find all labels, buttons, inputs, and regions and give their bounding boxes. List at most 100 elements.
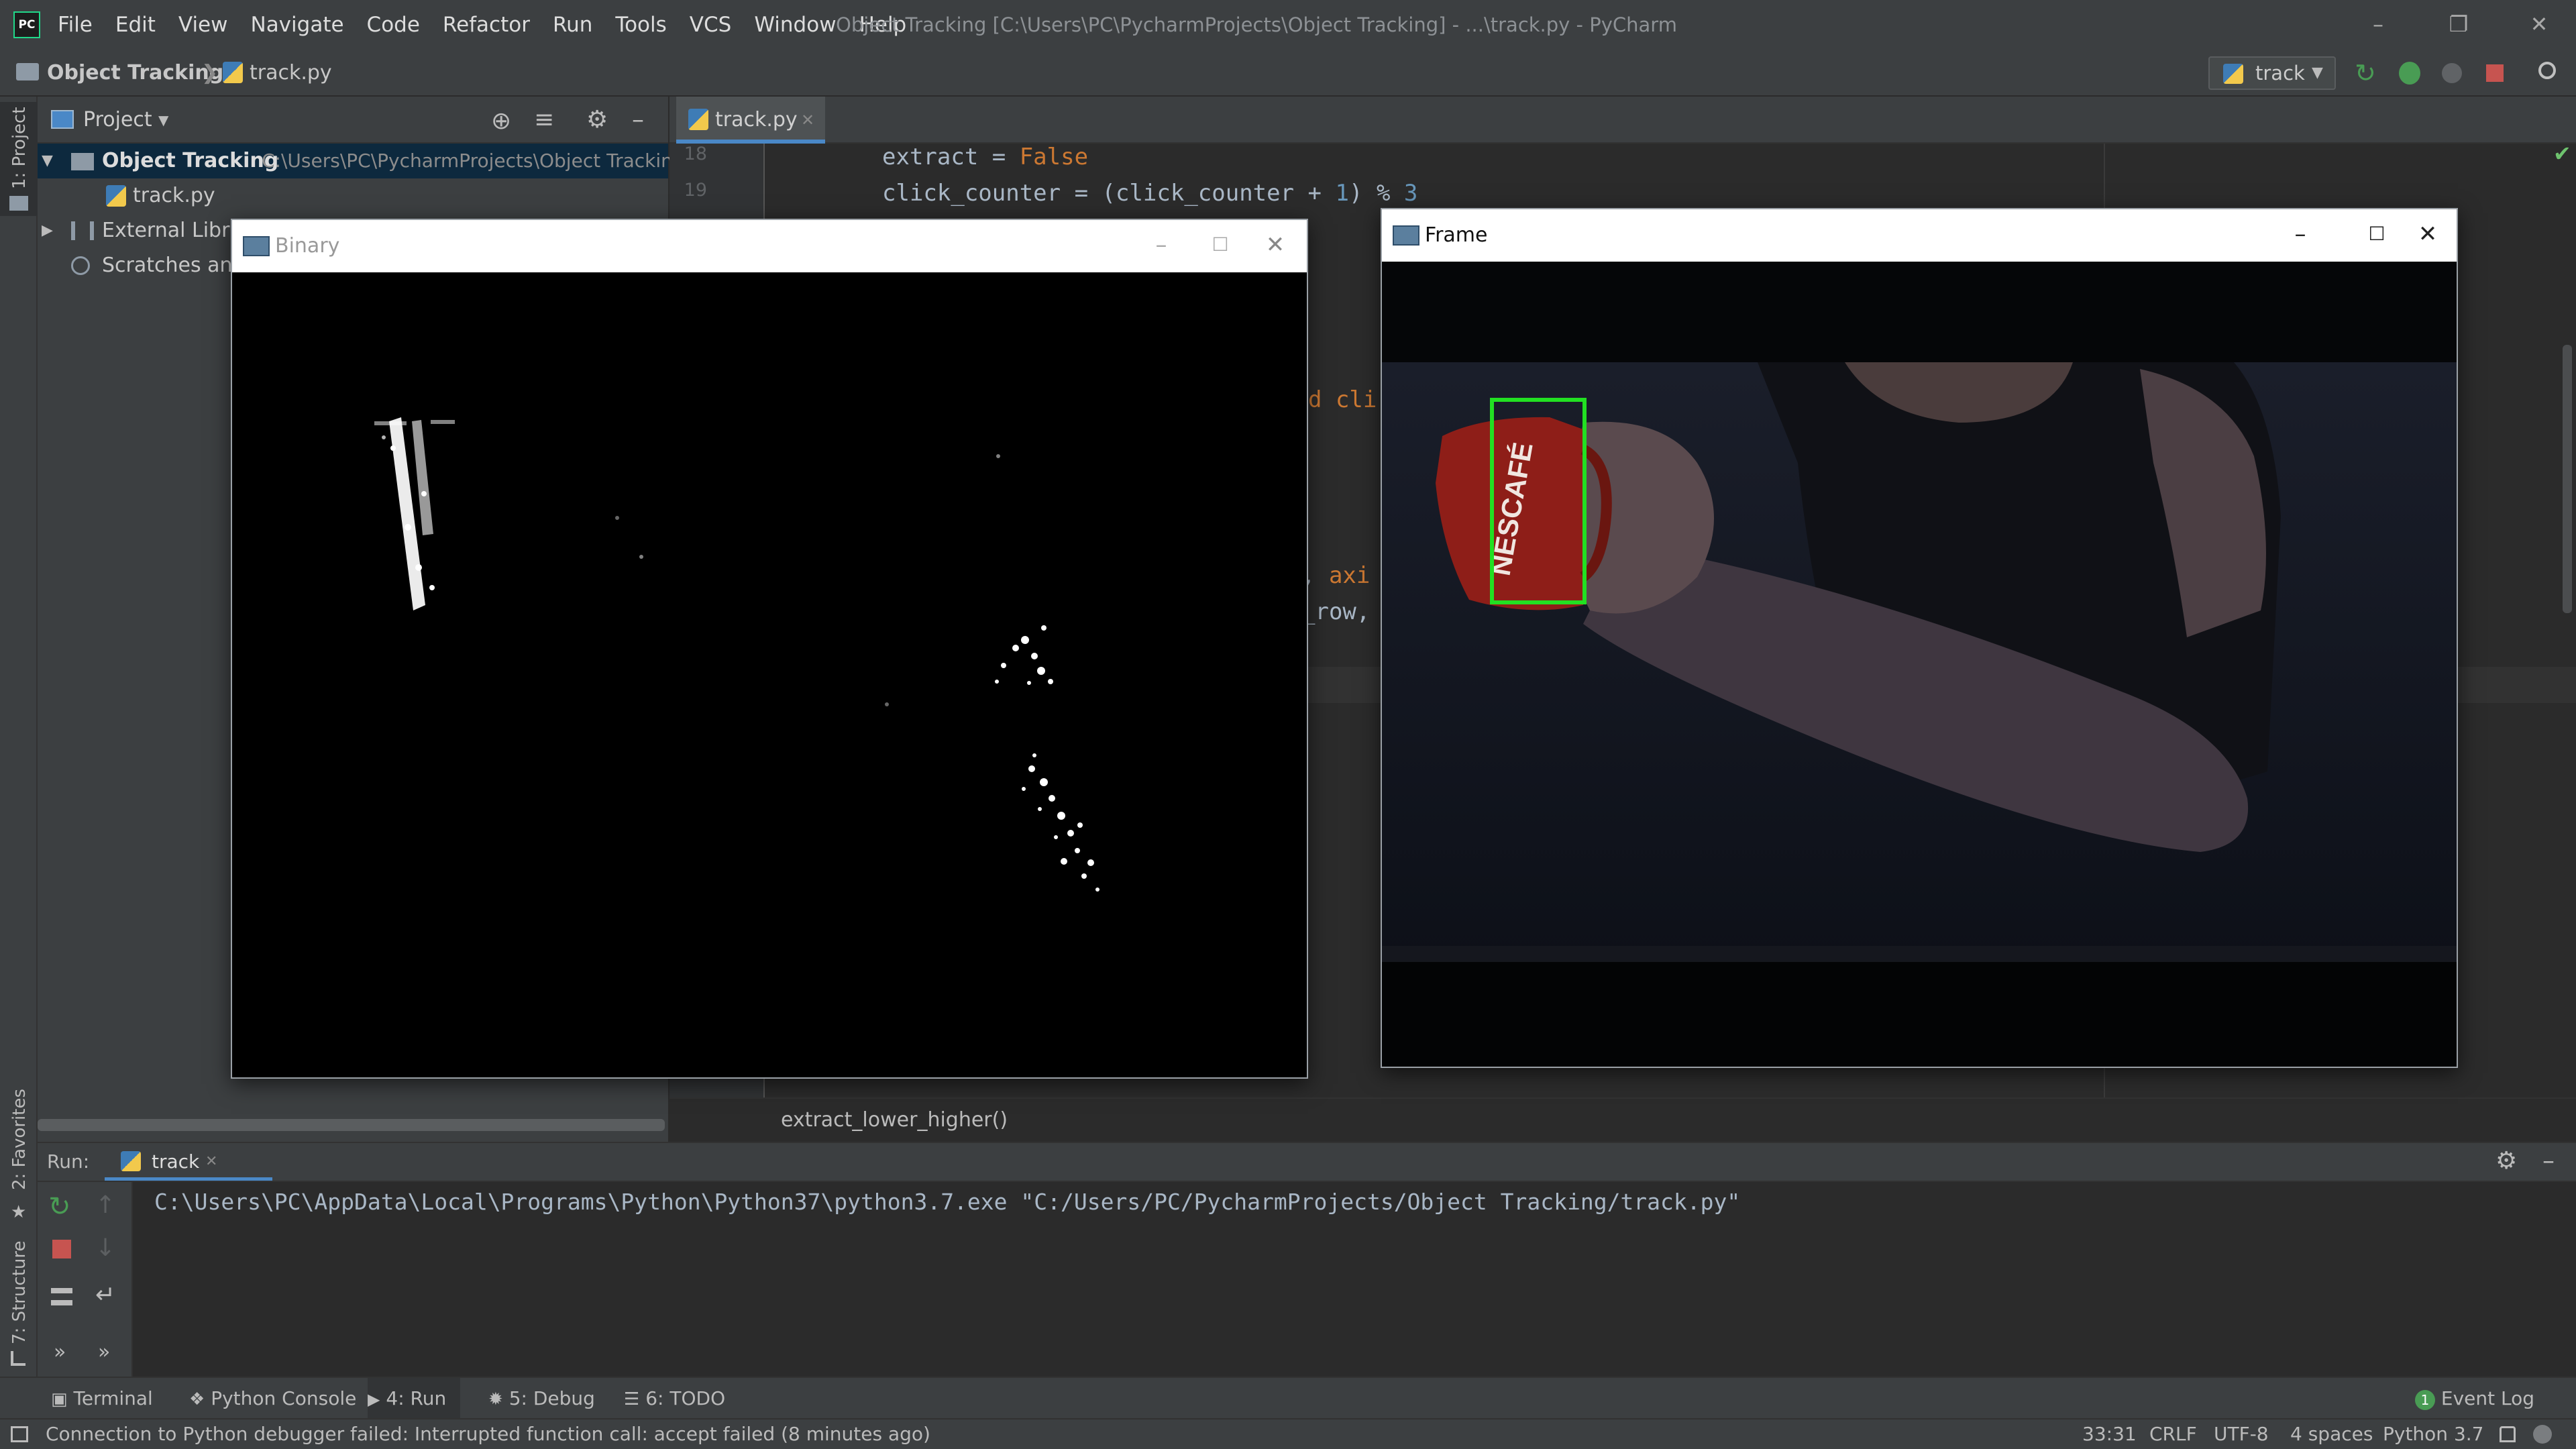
console-command-line: C:\Users\PC\AppData\Local\Programs\Pytho… (154, 1189, 1741, 1215)
status-message[interactable]: Connection to Python debugger failed: In… (46, 1419, 930, 1449)
menu-bar: File Edit View Navigate Code Refactor Ru… (58, 0, 906, 50)
frame-window-title: Frame (1425, 223, 1488, 247)
line-separator[interactable]: CRLF (2149, 1419, 2197, 1449)
run-console[interactable]: C:\Users\PC\AppData\Local\Programs\Pytho… (133, 1182, 2576, 1377)
tab-debug[interactable]: ✹ 5: Debug (488, 1378, 595, 1419)
editor-vertical-scrollbar[interactable] (2563, 345, 2572, 613)
project-tool-label: 1: Project (9, 107, 30, 189)
lock-icon[interactable] (2500, 1426, 2516, 1442)
rerun-icon[interactable]: ↻ (2355, 50, 2376, 97)
code-fragment: d cli (1308, 386, 1377, 413)
event-log-count-badge: 1 (2415, 1390, 2435, 1410)
python-interpreter[interactable]: Python 3.7 (2383, 1419, 2484, 1449)
stop-icon[interactable] (52, 1240, 71, 1258)
arrow-up-icon[interactable]: ↑ (95, 1191, 115, 1219)
run-toolbar: ↻ ↑ ↓ ↵ » » (38, 1182, 133, 1377)
stop-icon[interactable] (2486, 64, 2504, 82)
tab-terminal[interactable]: ▣ Terminal (51, 1378, 153, 1419)
function-breadcrumb[interactable]: extract_lower_higher() (781, 1108, 1008, 1132)
tab-run[interactable]: ▶ 4: Run (368, 1378, 460, 1419)
breadcrumb-project[interactable]: Object Tracking (47, 50, 223, 97)
menu-view[interactable]: View (178, 13, 228, 37)
file-encoding[interactable]: UTF-8 (2214, 1419, 2269, 1449)
python-file-icon (223, 62, 243, 83)
debug-icon[interactable] (2399, 62, 2420, 85)
menu-run[interactable]: Run (553, 13, 592, 37)
binary-mask-view (232, 272, 1307, 1077)
editor-tab-track-py[interactable]: track.py ✕ (676, 97, 825, 144)
menu-tools[interactable]: Tools (615, 13, 666, 37)
rerun-icon[interactable]: ↻ (48, 1191, 71, 1222)
run-icon: ▶ (368, 1390, 380, 1409)
indent-setting[interactable]: 4 spaces (2290, 1419, 2373, 1449)
editor-tab-bar: track.py ✕ (669, 97, 2576, 144)
more-icon[interactable]: » (98, 1340, 110, 1364)
menu-refactor[interactable]: Refactor (443, 13, 530, 37)
gear-icon[interactable]: ⚙ (586, 106, 608, 133)
tree-scratches-label: Scratches and (102, 254, 246, 277)
tab-event-log[interactable]: 1 Event Log (2415, 1378, 2534, 1419)
star-icon: ★ (11, 1202, 27, 1222)
code-fragment: , axi (1301, 562, 1371, 589)
expand-arrow-icon[interactable]: ▼ (42, 144, 53, 178)
tool-window-toggle-icon[interactable] (11, 1426, 28, 1442)
more-icon[interactable]: » (54, 1340, 66, 1364)
coverage-icon[interactable] (2442, 63, 2462, 83)
hide-panel-icon[interactable]: – (632, 106, 644, 133)
minimize-button[interactable]: – (2263, 209, 2337, 262)
close-tab-icon[interactable]: ✕ (801, 97, 814, 144)
close-tab-icon[interactable]: ✕ (205, 1143, 217, 1181)
frame-window-titlebar[interactable]: Frame – ☐ ✕ (1382, 209, 2457, 262)
run-configuration-select[interactable]: track ▼ (2208, 56, 2336, 90)
window-app-icon (243, 236, 270, 256)
run-tab-track[interactable]: track ✕ (105, 1143, 272, 1181)
inspector-icon[interactable] (2533, 1425, 2552, 1444)
project-view-title[interactable]: Project (83, 97, 152, 144)
breadcrumb-file[interactable]: track.py (250, 50, 332, 97)
project-root-name: Object Tracking (102, 149, 279, 172)
soft-wrap-icon[interactable]: ↵ (95, 1281, 115, 1309)
gear-icon[interactable]: ⚙ (2496, 1147, 2517, 1175)
close-button[interactable]: ✕ (2391, 209, 2465, 262)
search-icon[interactable] (2538, 62, 2556, 79)
chevron-down-icon[interactable]: ▼ (158, 97, 168, 144)
structure-tool-label: 7: Structure (9, 1240, 30, 1344)
expand-arrow-icon[interactable]: ▶ (42, 213, 53, 248)
project-tool-tab[interactable]: 1: Project (0, 102, 38, 216)
inspection-ok-icon[interactable]: ✔ (2553, 141, 2571, 166)
menu-file[interactable]: File (58, 13, 93, 37)
project-horizontal-scrollbar[interactable] (38, 1119, 665, 1131)
collapse-all-icon[interactable]: ≡ (534, 106, 554, 133)
menu-window[interactable]: Window (754, 13, 836, 37)
structure-tool-tab[interactable]: 7: Structure (0, 1224, 38, 1366)
tab-debug-label: 5: Debug (508, 1387, 595, 1409)
close-button[interactable]: ✕ (1238, 220, 1312, 272)
menu-navigate[interactable]: Navigate (251, 13, 344, 37)
locate-icon[interactable]: ⊕ (491, 107, 511, 135)
restore-button[interactable]: ❐ (2422, 0, 2496, 50)
favorites-tool-tab[interactable]: 2: Favorites ★ (0, 1069, 38, 1222)
tree-row-project-root[interactable]: ▼ Object Tracking C:\Users\PC\PycharmPro… (38, 144, 685, 178)
layout-icon[interactable] (51, 1288, 72, 1305)
camera-frame-image: NESCAFÉ (1382, 362, 2457, 1067)
menu-code[interactable]: Code (367, 13, 420, 37)
favorites-tool-label: 2: Favorites (9, 1088, 30, 1190)
code-line-18: extract = False (882, 144, 1089, 170)
minimize-button[interactable]: – (2341, 0, 2415, 50)
breadcrumb-separator-icon: ❯ (201, 61, 219, 85)
python-file-icon (106, 185, 126, 207)
line-number: 19 (684, 180, 707, 201)
project-view-icon (51, 110, 74, 129)
close-button[interactable]: ✕ (2502, 0, 2576, 50)
editor-tab-label: track.py (715, 108, 798, 131)
camera-frame-view: NESCAFÉ (1382, 262, 2457, 1067)
hide-panel-icon[interactable]: – (2542, 1147, 2555, 1175)
tab-todo[interactable]: ☰ 6: TODO (624, 1378, 725, 1419)
menu-edit[interactable]: Edit (115, 13, 156, 37)
tab-python-console[interactable]: ❖ Python Console (189, 1378, 356, 1419)
bug-icon: ✹ (488, 1389, 503, 1409)
binary-window-titlebar[interactable]: Binary – ☐ ✕ (232, 220, 1307, 272)
menu-vcs[interactable]: VCS (690, 13, 732, 37)
cursor-position[interactable]: 33:31 (2082, 1419, 2137, 1449)
arrow-down-icon[interactable]: ↓ (95, 1234, 115, 1262)
